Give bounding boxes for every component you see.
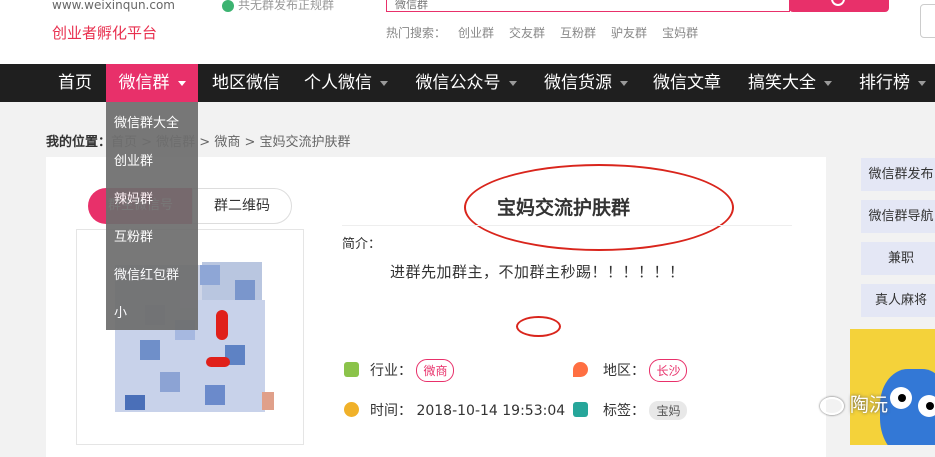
dropdown-item[interactable]: 小 [114,302,127,321]
annotation-small-circle [516,316,561,337]
site-slogan: 创业者孵化平台 [52,24,158,42]
site-url[interactable]: www.weixinqun.com [52,0,175,12]
nav-item-rankings[interactable]: 排行榜 [850,64,935,102]
advertisement-banner[interactable] [850,329,935,445]
site-header: www.weixinqun.com 创业者孵化平台 共无群发布正规群 热门搜索：… [0,0,935,64]
time-value: 2018-10-14 19:53:04 [416,403,566,419]
notice-text: 共无群发布正规群 [222,0,334,13]
sidebar-publish-group-button[interactable]: 微信群发布 [861,158,935,191]
annotation-title-circle [464,164,734,251]
nav-item-personal[interactable]: 个人微信 [296,64,396,102]
time-row: 时间： 2018-10-14 19:53:04 [370,400,565,420]
tag-label: 标签： [603,403,645,419]
dropdown-item[interactable]: 微信群大全 [114,112,179,131]
tag-flag-icon [573,402,588,417]
dropdown-item[interactable]: 微信红包群 [114,264,179,283]
hot-search-label: 热门搜索： [386,26,447,40]
sidebar-group-nav-button[interactable]: 微信群导航 [861,200,935,233]
region-label: 地区： [603,363,645,379]
mascot-image [880,369,935,445]
hot-search-list: 创业群 交友群 互粉群 驴友群 宝妈群 [458,24,698,41]
region-tag[interactable]: 长沙 [649,359,688,382]
group-tag[interactable]: 宝妈 [649,401,688,420]
wechat-groups-dropdown: 微信群大全 创业群 辣妈群 互粉群 微信红包群 小 [106,102,198,330]
nav-item-articles[interactable]: 微信文章 [646,64,728,102]
search-icon [831,0,845,6]
tag-row: 标签： 宝妈 [603,400,688,420]
dropdown-item[interactable]: 辣妈群 [114,188,153,207]
caret-down-icon [380,80,388,86]
caret-down-icon [620,80,628,86]
nav-item-official-accounts[interactable]: 微信公众号 [408,64,524,102]
industry-label: 行业： [370,363,412,379]
intro-label: 简介： [342,237,382,252]
check-icon [222,0,234,12]
caret-down-icon [824,80,832,86]
dropdown-item[interactable]: 互粉群 [114,226,153,245]
caret-down-icon [918,80,926,86]
title-divider [342,225,792,226]
hot-search-item[interactable]: 互粉群 [560,24,596,41]
location-icon [573,362,588,377]
industry-row: 行业： 微商 [370,359,455,382]
nav-item-jokes[interactable]: 搞笑大全 [740,64,840,102]
sidebar-mahjong-button[interactable]: 真人麻将 [861,284,935,317]
nav-item-region[interactable]: 地区微信 [201,64,291,102]
nav-item-supply[interactable]: 微信货源 [536,64,636,102]
industry-icon [344,362,359,377]
wechat-icon [820,396,844,415]
annotation-mark-horizontal [206,357,230,367]
caret-down-icon [508,80,517,86]
industry-tag[interactable]: 微商 [416,359,455,382]
search-input[interactable] [386,0,790,12]
breadcrumb: 我的位置：首页 > 微信群 > 微商 > 宝妈交流护肤群 [46,131,351,150]
region-row: 地区： 长沙 [603,359,688,382]
dropdown-item[interactable]: 创业群 [114,150,153,169]
main-nav: 首页 微信群 地区微信 个人微信 微信公众号 微信货源 微信文章 搞笑大全 排行… [0,64,935,102]
hot-search-item[interactable]: 宝妈群 [662,24,698,41]
corner-widget[interactable] [920,4,935,38]
search-button[interactable] [789,0,889,12]
hot-search-item[interactable]: 创业群 [458,24,494,41]
clock-icon [344,402,359,417]
time-label: 时间： [370,403,412,419]
sidebar-parttime-button[interactable]: 兼职 [861,242,935,275]
tab-qr-code[interactable]: 群二维码 [192,188,292,224]
hot-search-item[interactable]: 驴友群 [611,24,647,41]
annotation-mark-vertical [216,310,228,340]
breadcrumb-label: 我的位置： [46,135,112,150]
nav-item-home[interactable]: 首页 [45,64,105,102]
nav-item-wechat-groups[interactable]: 微信群 [106,64,198,102]
watermark: 陶沅 [820,390,888,417]
hot-search-item[interactable]: 交友群 [509,24,545,41]
intro-text: 进群先加群主，不加群主秒踢！！！！！！ [390,263,685,281]
caret-down-icon [177,80,186,86]
